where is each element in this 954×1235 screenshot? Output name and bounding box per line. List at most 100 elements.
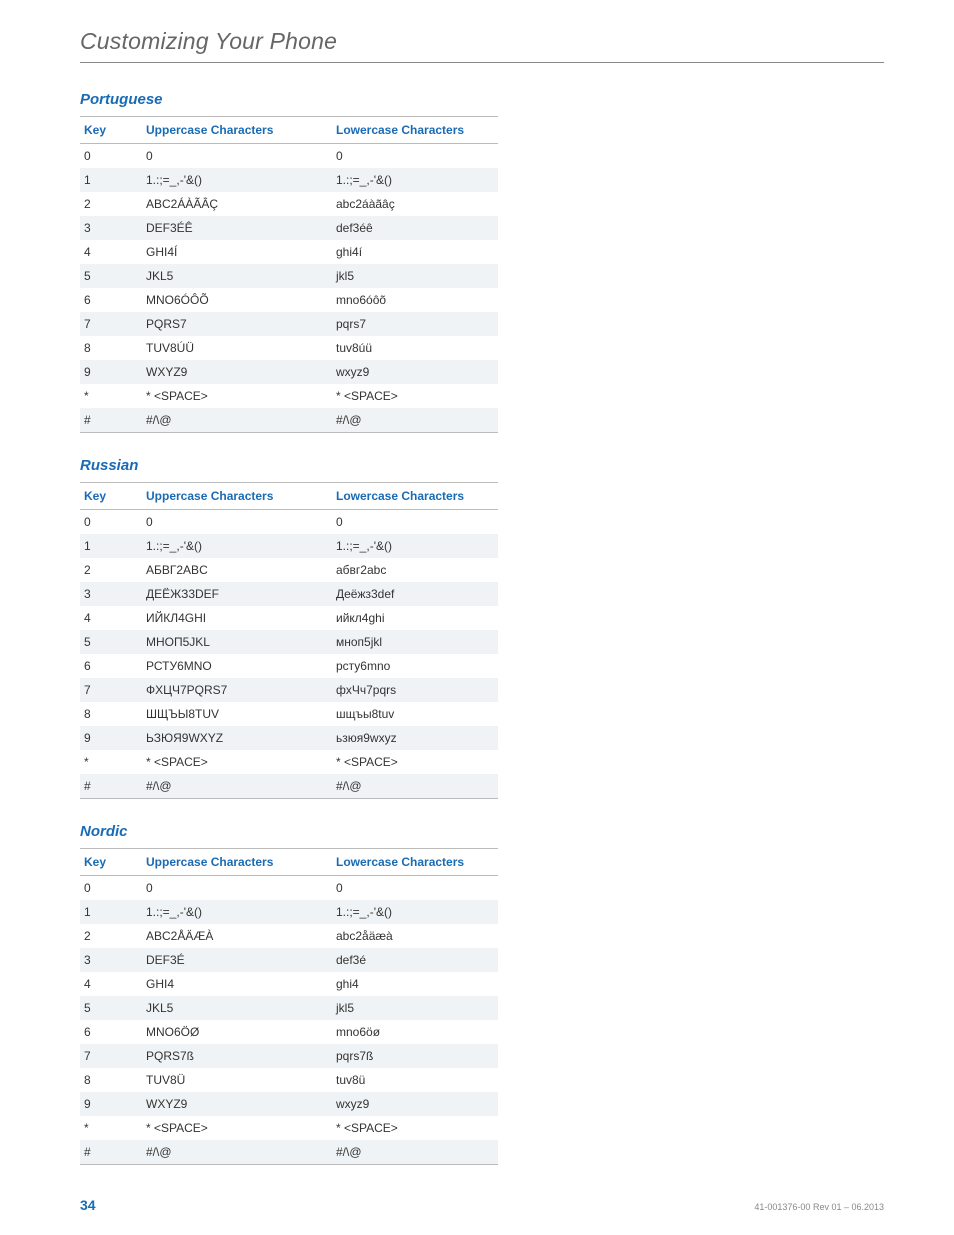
table-row: 8TUV8ÚÜtuv8úü bbox=[80, 336, 498, 360]
table-row: 2ABC2ÁÀÃÂÇabc2áàãâç bbox=[80, 192, 498, 216]
cell-key: 2 bbox=[80, 924, 142, 948]
cell-lowercase: mno6öø bbox=[332, 1020, 498, 1044]
cell-uppercase: 1.:;=_,-'&() bbox=[142, 900, 332, 924]
cell-uppercase: * <SPACE> bbox=[142, 1116, 332, 1140]
cell-lowercase: tuv8úü bbox=[332, 336, 498, 360]
cell-key: 3 bbox=[80, 948, 142, 972]
cell-lowercase: ghi4 bbox=[332, 972, 498, 996]
cell-lowercase: wxyz9 bbox=[332, 1092, 498, 1116]
cell-uppercase: 0 bbox=[142, 510, 332, 535]
cell-key: 5 bbox=[80, 630, 142, 654]
cell-key: # bbox=[80, 774, 142, 799]
cell-key: 8 bbox=[80, 1068, 142, 1092]
cell-key: 7 bbox=[80, 678, 142, 702]
cell-lowercase: mno6óôõ bbox=[332, 288, 498, 312]
cell-lowercase: 1.:;=_,-'&() bbox=[332, 900, 498, 924]
cell-lowercase: jkl5 bbox=[332, 264, 498, 288]
cell-uppercase: PQRS7 bbox=[142, 312, 332, 336]
cell-uppercase: #/\@ bbox=[142, 1140, 332, 1165]
cell-key: 4 bbox=[80, 972, 142, 996]
cell-lowercase: #/\@ bbox=[332, 1140, 498, 1165]
cell-uppercase: MNO6ÖØ bbox=[142, 1020, 332, 1044]
table-row: 5JKL5jkl5 bbox=[80, 264, 498, 288]
table-row: 11.:;=_,-'&()1.:;=_,-'&() bbox=[80, 900, 498, 924]
section-heading: Portuguese bbox=[80, 91, 884, 108]
table-row: 2ABC2ÅÄÆÀabc2åäæà bbox=[80, 924, 498, 948]
cell-key: 1 bbox=[80, 534, 142, 558]
cell-lowercase: #/\@ bbox=[332, 774, 498, 799]
cell-uppercase: GHI4Í bbox=[142, 240, 332, 264]
cell-key: 6 bbox=[80, 288, 142, 312]
cell-lowercase: шщъы8tuv bbox=[332, 702, 498, 726]
cell-uppercase: ФХЦЧ7PQRS7 bbox=[142, 678, 332, 702]
table-row: 5JKL5jkl5 bbox=[80, 996, 498, 1020]
cell-uppercase: #/\@ bbox=[142, 774, 332, 799]
cell-uppercase: * <SPACE> bbox=[142, 750, 332, 774]
cell-lowercase: * <SPACE> bbox=[332, 384, 498, 408]
cell-key: 4 bbox=[80, 240, 142, 264]
cell-key: 5 bbox=[80, 996, 142, 1020]
cell-lowercase: мноп5jkl bbox=[332, 630, 498, 654]
cell-key: 9 bbox=[80, 1092, 142, 1116]
table-header-row: KeyUppercase CharactersLowercase Charact… bbox=[80, 849, 498, 876]
cell-lowercase: ghi4í bbox=[332, 240, 498, 264]
page-number: 34 bbox=[80, 1197, 96, 1213]
cell-lowercase: ьзюя9wxyz bbox=[332, 726, 498, 750]
cell-lowercase: pqrs7 bbox=[332, 312, 498, 336]
col-header-uppercase: Uppercase Characters bbox=[142, 483, 332, 510]
table-row: 11.:;=_,-'&()1.:;=_,-'&() bbox=[80, 534, 498, 558]
cell-lowercase: 1.:;=_,-'&() bbox=[332, 534, 498, 558]
cell-key: 9 bbox=[80, 360, 142, 384]
cell-uppercase: #/\@ bbox=[142, 408, 332, 433]
page-footer: 34 41-001376-00 Rev 01 – 06.2013 bbox=[80, 1197, 884, 1213]
cell-uppercase: DEF3ÉÊ bbox=[142, 216, 332, 240]
cell-key: # bbox=[80, 1140, 142, 1165]
cell-uppercase: PQRS7ß bbox=[142, 1044, 332, 1068]
cell-uppercase: 0 bbox=[142, 876, 332, 901]
table-row: 11.:;=_,-'&()1.:;=_,-'&() bbox=[80, 168, 498, 192]
table-row: 7ФХЦЧ7PQRS7фхЧч7pqrs bbox=[80, 678, 498, 702]
cell-uppercase: 1.:;=_,-'&() bbox=[142, 534, 332, 558]
cell-key: 4 bbox=[80, 606, 142, 630]
cell-lowercase: фхЧч7pqrs bbox=[332, 678, 498, 702]
cell-lowercase: абвг2abc bbox=[332, 558, 498, 582]
page-title: Customizing Your Phone bbox=[80, 28, 884, 63]
cell-key: 8 bbox=[80, 702, 142, 726]
cell-uppercase: 0 bbox=[142, 144, 332, 169]
cell-uppercase: РСТУ6MNO bbox=[142, 654, 332, 678]
cell-uppercase: ЬЗЮЯ9WXYZ bbox=[142, 726, 332, 750]
table-row: ##/\@#/\@ bbox=[80, 408, 498, 433]
table-row: 000 bbox=[80, 144, 498, 169]
cell-lowercase: tuv8ü bbox=[332, 1068, 498, 1092]
section-heading: Nordic bbox=[80, 823, 884, 840]
col-header-uppercase: Uppercase Characters bbox=[142, 849, 332, 876]
cell-uppercase: MNO6ÓÔÕ bbox=[142, 288, 332, 312]
cell-lowercase: 0 bbox=[332, 144, 498, 169]
cell-uppercase: ШЩЪЫ8TUV bbox=[142, 702, 332, 726]
cell-lowercase: Деёжз3def bbox=[332, 582, 498, 606]
character-table: KeyUppercase CharactersLowercase Charact… bbox=[80, 848, 498, 1165]
table-row: ##/\@#/\@ bbox=[80, 1140, 498, 1165]
cell-key: 2 bbox=[80, 558, 142, 582]
table-row: 5МНОП5JKLмноп5jkl bbox=[80, 630, 498, 654]
cell-uppercase: ABC2ÁÀÃÂÇ bbox=[142, 192, 332, 216]
cell-uppercase: WXYZ9 bbox=[142, 1092, 332, 1116]
cell-uppercase: ИЙКЛ4GHI bbox=[142, 606, 332, 630]
table-row: 9WXYZ9wxyz9 bbox=[80, 1092, 498, 1116]
table-row: 3DEF3ÉÊdef3éê bbox=[80, 216, 498, 240]
character-table: KeyUppercase CharactersLowercase Charact… bbox=[80, 116, 498, 433]
doc-revision: 41-001376-00 Rev 01 – 06.2013 bbox=[754, 1202, 884, 1212]
cell-uppercase: МНОП5JKL bbox=[142, 630, 332, 654]
table-row: 4GHI4Íghi4í bbox=[80, 240, 498, 264]
cell-key: # bbox=[80, 408, 142, 433]
cell-lowercase: #/\@ bbox=[332, 408, 498, 433]
col-header-uppercase: Uppercase Characters bbox=[142, 117, 332, 144]
cell-lowercase: pqrs7ß bbox=[332, 1044, 498, 1068]
table-row: 6MNO6ÖØmno6öø bbox=[80, 1020, 498, 1044]
cell-uppercase: TUV8Ü bbox=[142, 1068, 332, 1092]
cell-lowercase: wxyz9 bbox=[332, 360, 498, 384]
cell-key: 6 bbox=[80, 654, 142, 678]
cell-lowercase: * <SPACE> bbox=[332, 1116, 498, 1140]
cell-uppercase: DEF3É bbox=[142, 948, 332, 972]
cell-uppercase: JKL5 bbox=[142, 264, 332, 288]
